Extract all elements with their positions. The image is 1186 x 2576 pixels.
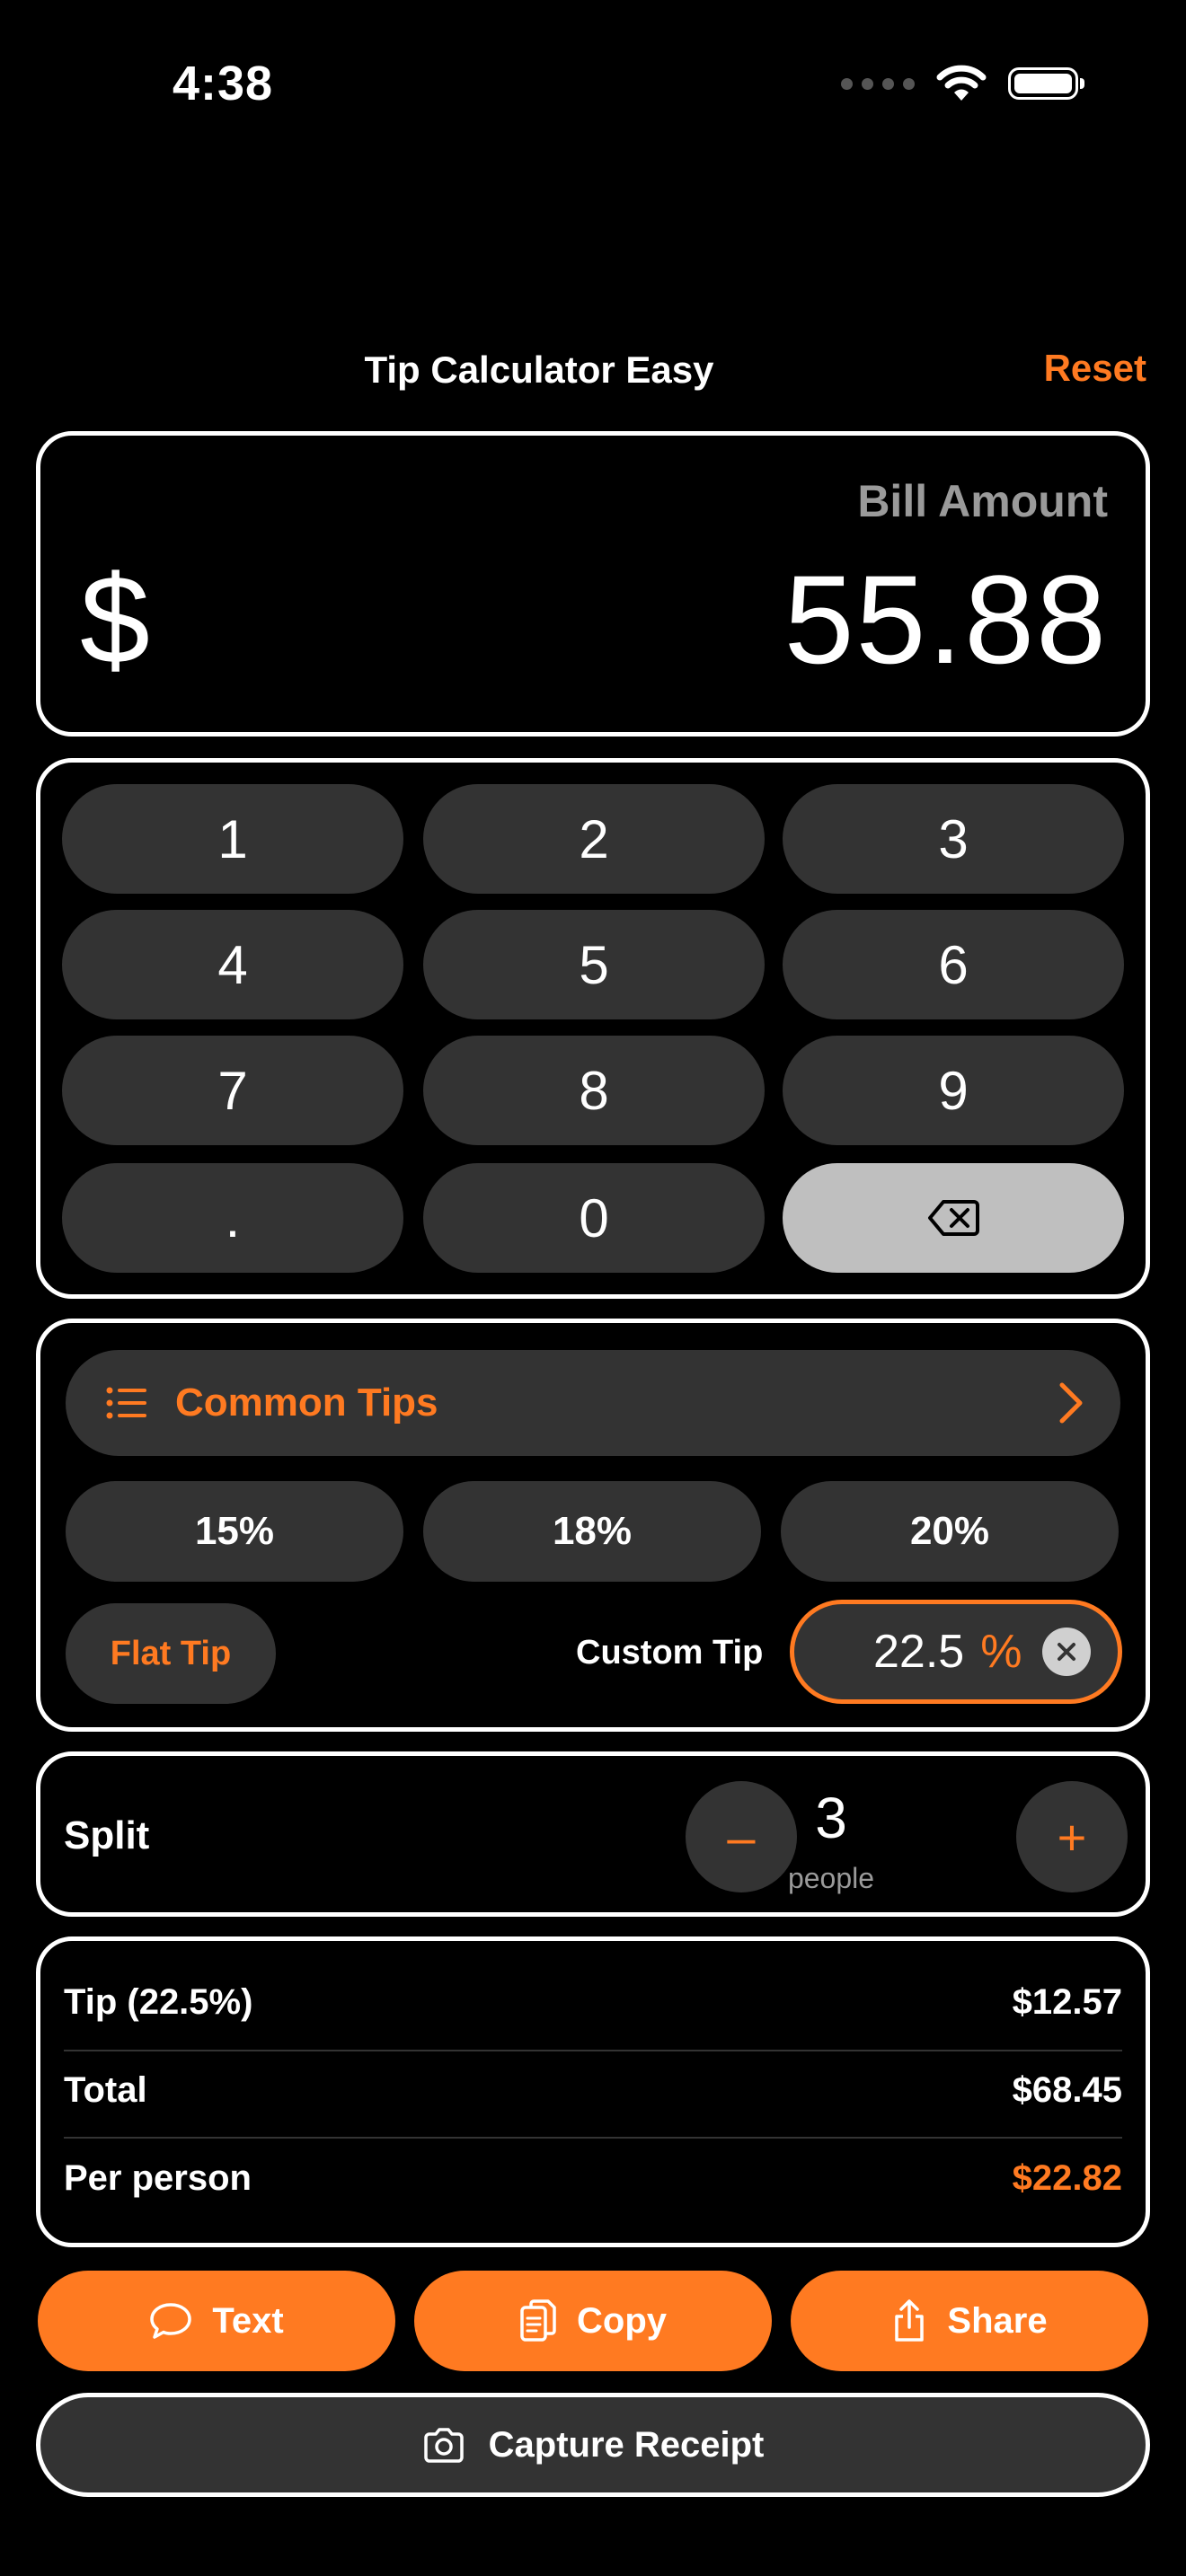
cellular-signal-icon — [841, 77, 915, 90]
app-title: Tip Calculator Easy — [364, 348, 714, 391]
capture-receipt-label: Capture Receipt — [488, 2424, 765, 2465]
total-row-label: Total — [64, 2069, 147, 2110]
common-tips-label: Common Tips — [175, 1381, 438, 1425]
keypad-panel: 1 2 3 4 5 6 7 8 9 . 0 — [36, 758, 1150, 1299]
copy-button-label: Copy — [577, 2300, 667, 2341]
custom-tip-field[interactable]: 22.5 % — [790, 1600, 1122, 1704]
key-2[interactable]: 2 — [423, 784, 765, 894]
tip-preset-18[interactable]: 18% — [423, 1481, 761, 1582]
battery-icon — [1008, 67, 1084, 100]
list-icon — [106, 1387, 146, 1419]
share-button[interactable]: Share — [791, 2271, 1148, 2371]
split-increment-button[interactable]: + — [1016, 1781, 1128, 1892]
custom-tip-value[interactable]: 22.5 — [873, 1625, 964, 1679]
share-icon — [895, 2299, 925, 2342]
key-8[interactable]: 8 — [423, 1036, 765, 1145]
per-person-value: $22.82 — [1012, 2157, 1122, 2198]
summary-panel: Tip (22.5%) $12.57 Total $68.45 Per pers… — [36, 1936, 1150, 2247]
bill-amount-value: 55.88 — [783, 549, 1108, 690]
bill-amount-label: Bill Amount — [857, 476, 1108, 526]
reset-button[interactable]: Reset — [1044, 347, 1146, 390]
tip-preset-15[interactable]: 15% — [66, 1481, 403, 1582]
backspace-button[interactable] — [783, 1163, 1124, 1273]
flat-tip-button[interactable]: Flat Tip — [66, 1603, 276, 1704]
custom-tip-unit: % — [980, 1626, 1022, 1678]
key-7[interactable]: 7 — [62, 1036, 403, 1145]
tip-row-label: Tip (22.5%) — [64, 1981, 253, 2022]
key-5[interactable]: 5 — [423, 910, 765, 1019]
per-person-row: Per person $22.82 — [64, 2135, 1122, 2221]
camera-icon — [423, 2428, 464, 2463]
chevron-right-icon — [1059, 1382, 1083, 1424]
key-0[interactable]: 0 — [423, 1163, 765, 1273]
capture-receipt-button[interactable]: Capture Receipt — [36, 2393, 1150, 2497]
tip-row: Tip (22.5%) $12.57 — [64, 1959, 1122, 2045]
key-3[interactable]: 3 — [783, 784, 1124, 894]
tip-preset-20[interactable]: 20% — [781, 1481, 1119, 1582]
custom-tip-label: Custom Tip — [576, 1634, 764, 1672]
status-icons — [841, 65, 1084, 102]
copy-button[interactable]: Copy — [414, 2271, 772, 2371]
delete-left-icon — [928, 1200, 979, 1236]
wifi-icon — [936, 65, 987, 101]
status-time: 4:38 — [173, 57, 274, 110]
copy-icon — [520, 2299, 556, 2342]
split-panel: Split – 3 people + — [36, 1751, 1150, 1917]
tips-panel: Common Tips 15% 18% 20% Flat Tip Custom … — [36, 1319, 1150, 1732]
text-button[interactable]: Text — [38, 2271, 395, 2371]
tip-row-value: $12.57 — [1012, 1981, 1122, 2022]
key-decimal[interactable]: . — [62, 1163, 403, 1273]
split-label: Split — [64, 1813, 150, 1857]
key-9[interactable]: 9 — [783, 1036, 1124, 1145]
split-count: 3 — [815, 1786, 847, 1850]
message-icon — [150, 2303, 192, 2339]
per-person-label: Per person — [64, 2157, 252, 2198]
total-row: Total $68.45 — [64, 2047, 1122, 2133]
text-button-label: Text — [212, 2300, 284, 2341]
key-4[interactable]: 4 — [62, 910, 403, 1019]
key-1[interactable]: 1 — [62, 784, 403, 894]
key-6[interactable]: 6 — [783, 910, 1124, 1019]
bill-amount-panel: Bill Amount $ 55.88 — [36, 431, 1150, 737]
common-tips-button[interactable]: Common Tips — [66, 1350, 1120, 1456]
clear-icon[interactable] — [1042, 1628, 1091, 1676]
split-unit-label: people — [787, 1862, 875, 1894]
currency-symbol: $ — [80, 549, 150, 690]
share-button-label: Share — [947, 2300, 1048, 2341]
total-row-value: $68.45 — [1012, 2069, 1122, 2110]
